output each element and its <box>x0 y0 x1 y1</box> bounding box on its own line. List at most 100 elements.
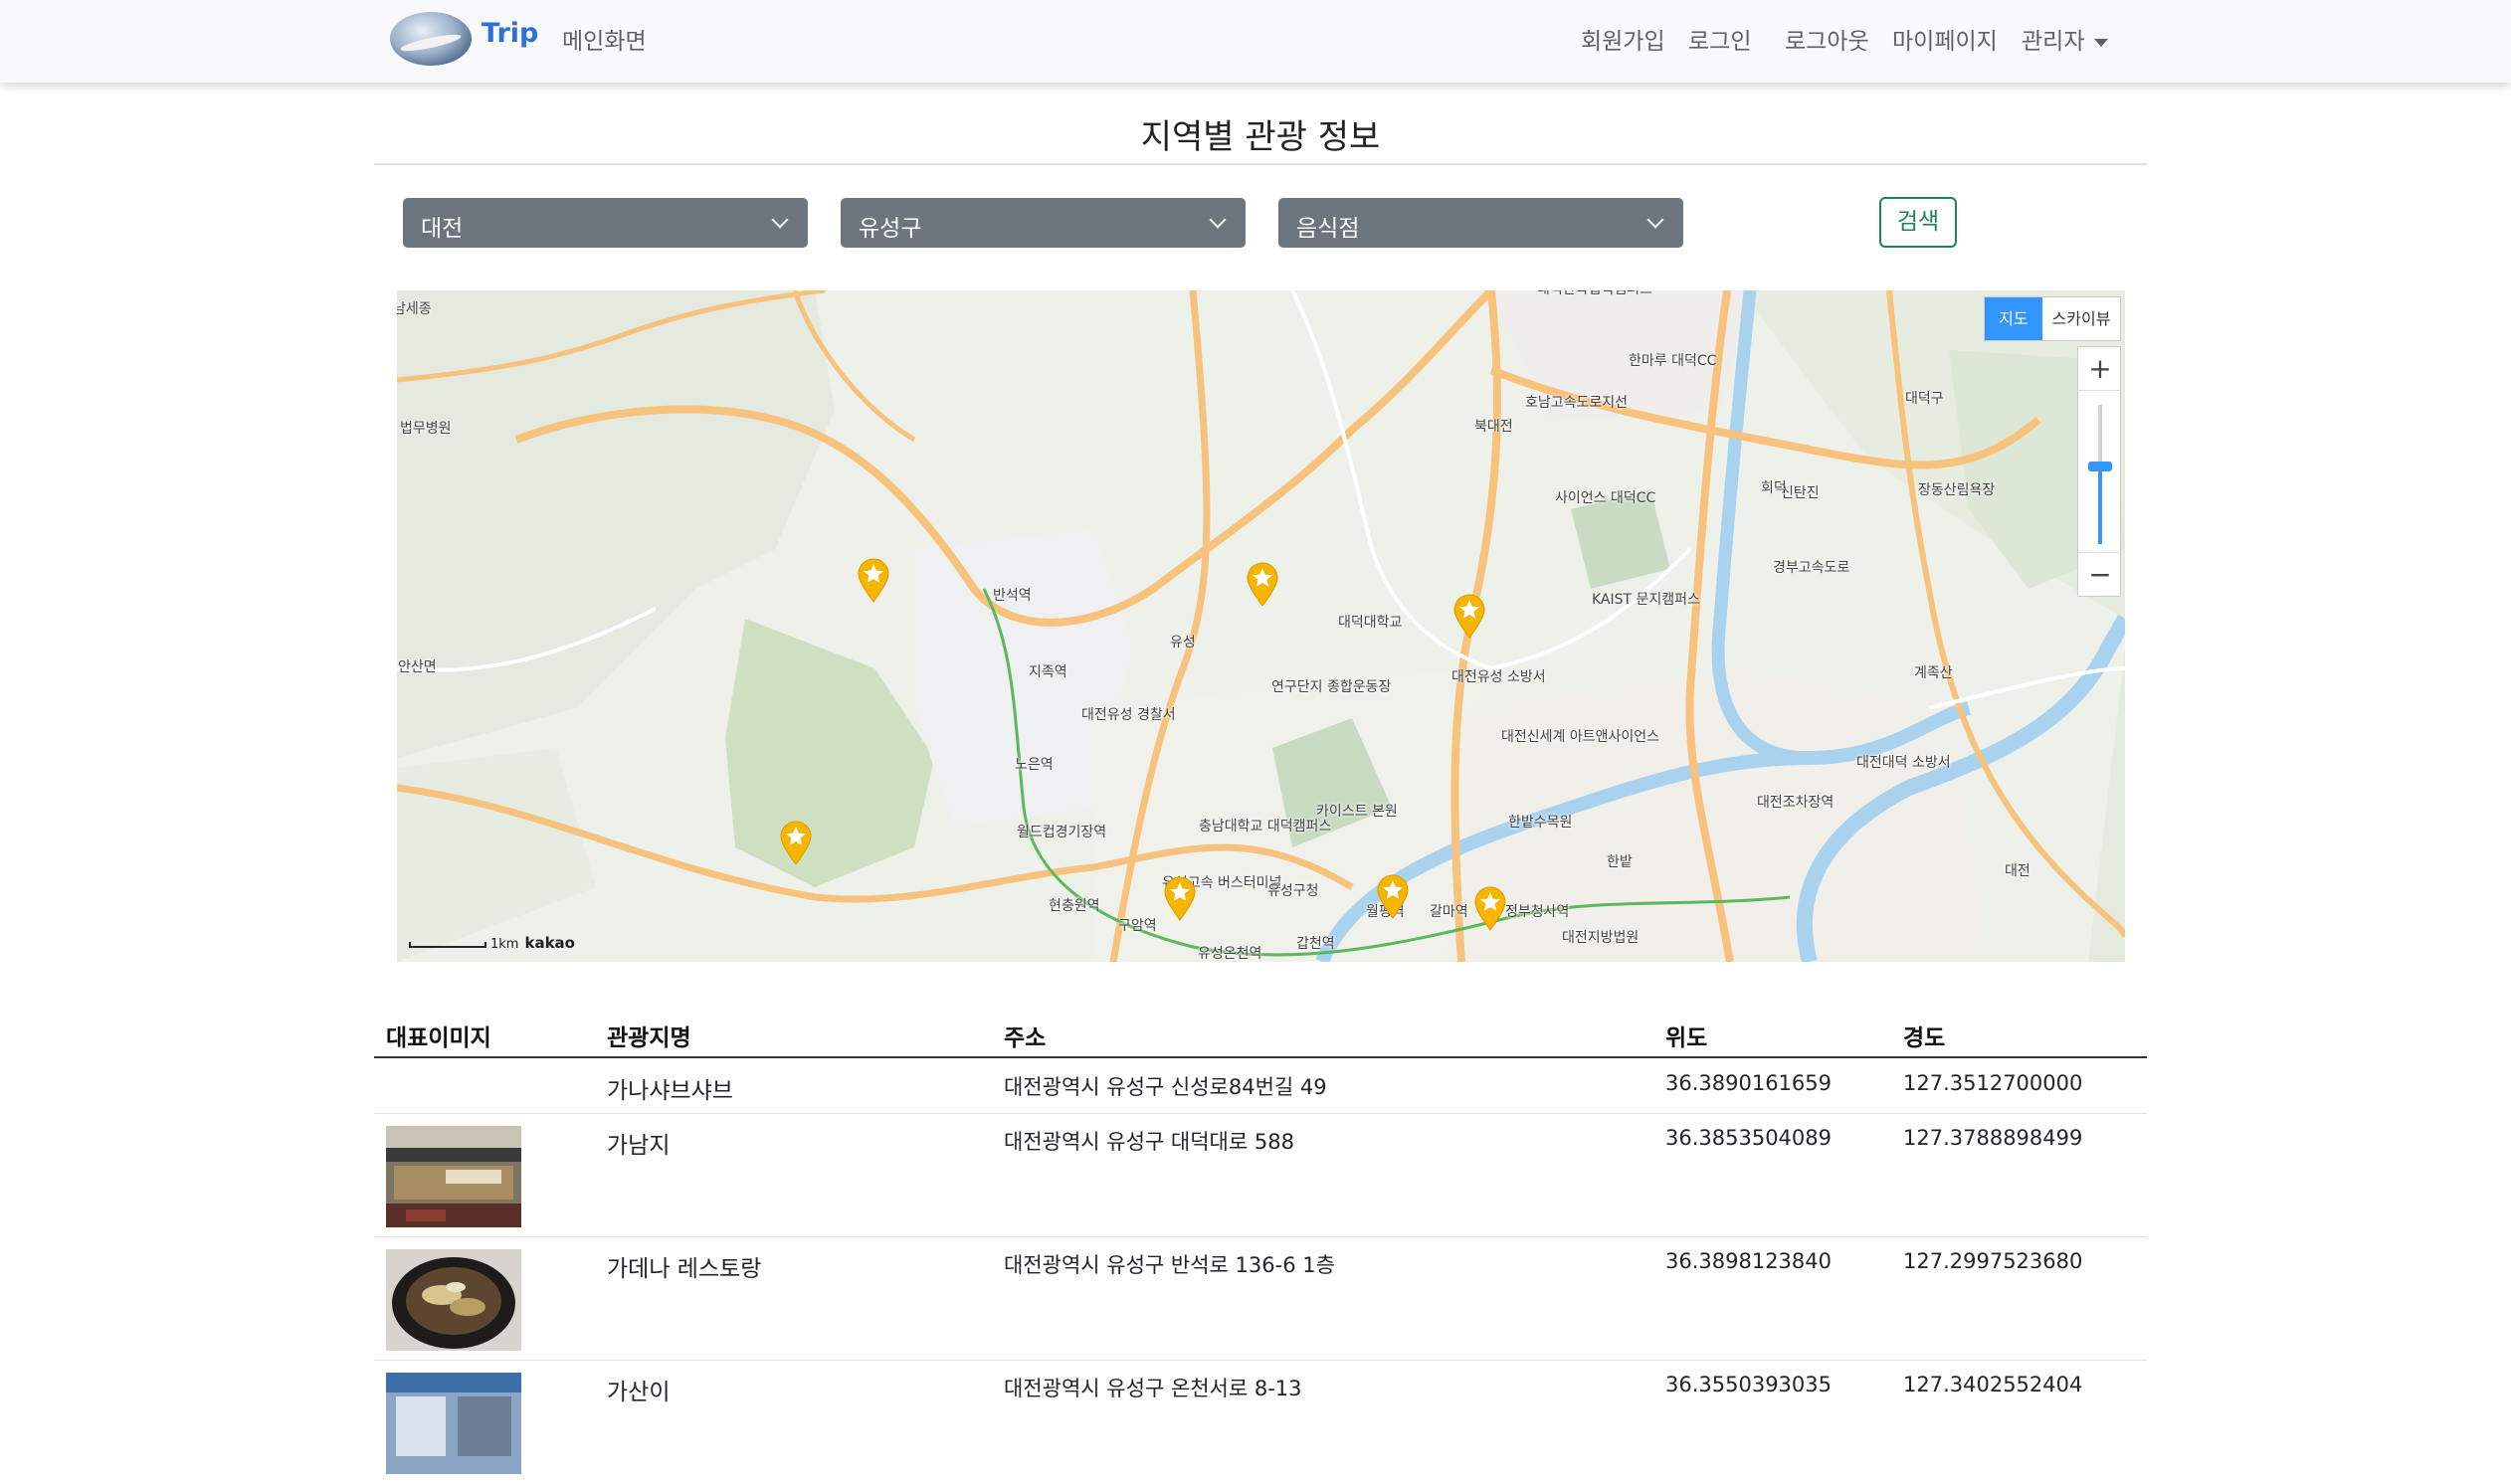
map-label: 안산면 <box>398 659 437 675</box>
map-label: 대덕산학협력캠퍼스 <box>1537 290 1652 298</box>
row-lat: 36.3890161659 <box>1665 1071 1833 1095</box>
th-lng: 경도 <box>1903 1025 1946 1051</box>
brand-logo-image[interactable] <box>390 12 472 66</box>
th-name: 관광지명 <box>607 1025 691 1051</box>
map-label: 갈마역 <box>1430 904 1468 920</box>
map-type-skyview-button[interactable]: 스카이뷰 <box>2042 297 2120 340</box>
th-address: 주소 <box>1004 1025 1047 1051</box>
district-select-value: 유성구 <box>859 216 922 242</box>
map-label: 회덕 <box>1761 480 1787 496</box>
kakao-map[interactable]: 남세종 법무병원 반석역 지족역 대전유성 경찰서 노은역 월드컵경기장역 현충원역 구암역 유성… <box>397 290 2125 962</box>
scale-label: 1km <box>490 937 519 952</box>
map-label: 유성온천역 <box>1198 946 1262 962</box>
region-select-value: 대전 <box>421 216 464 242</box>
map-scale-bar: 1km kakao <box>409 934 575 952</box>
map-label: 계족산 <box>1914 665 1953 681</box>
map-label: 대전조차장역 <box>1757 795 1835 811</box>
map-label: 대전유성 소방서 <box>1451 669 1546 685</box>
table-row[interactable]: 가남지 대전광역시 유성구 대덕대로 588 36.3853504089 127… <box>374 1114 2147 1237</box>
map-label: 월드컵경기장역 <box>1017 825 1107 840</box>
table-row[interactable]: 가데나 레스토랑 대전광역시 유성구 반석로 136-6 1층 36.38981… <box>374 1237 2147 1361</box>
category-select[interactable]: 음식점 <box>1278 198 1683 248</box>
row-address: 대전광역시 유성구 반석로 136-6 1층 <box>1004 1253 1335 1277</box>
nav-home-link[interactable]: 메인화면 <box>562 22 647 56</box>
map-label: 반석역 <box>993 588 1032 604</box>
row-lng: 127.2997523680 <box>1903 1249 2083 1273</box>
map-label: 대덕구 <box>1905 391 1944 407</box>
search-button[interactable]: 검색 <box>1879 197 1957 248</box>
map-label: 유성구청 <box>1267 883 1319 899</box>
map-label: 구암역 <box>1118 918 1157 934</box>
map-label: 한밭 <box>1607 854 1633 870</box>
map-marker-star-icon[interactable] <box>1452 593 1486 639</box>
map-label: 대전 <box>2005 863 2030 879</box>
table-row[interactable]: 가나샤브샤브 대전광역시 유성구 신성로84번길 49 36.389016165… <box>374 1059 2147 1114</box>
map-label: 갑천역 <box>1296 936 1335 952</box>
row-lng: 127.3512700000 <box>1903 1071 2083 1095</box>
top-navbar: Trip 메인화면 회원가입 로그인 로그아웃 마이페이지 관리자 <box>0 0 2511 83</box>
food-dish-thumbnail <box>386 1249 521 1351</box>
caret-down-icon <box>2094 38 2109 47</box>
storefront-thumbnail <box>386 1126 521 1227</box>
map-label: 대전유성 경찰서 <box>1081 707 1176 723</box>
region-select[interactable]: 대전 <box>403 198 808 248</box>
map-label: 대전지방법원 <box>1562 930 1640 946</box>
map-label: 남세종 <box>397 301 432 317</box>
row-lat: 36.3853504089 <box>1665 1126 1833 1150</box>
title-divider <box>374 163 2147 165</box>
map-label: 노은역 <box>1015 757 1054 773</box>
map-label: 경부고속도로 <box>1773 560 1850 576</box>
map-label: KAIST 문지캠퍼스 <box>1592 592 1700 608</box>
map-marker-star-icon[interactable] <box>857 557 890 603</box>
map-marker-star-icon[interactable] <box>1473 885 1507 931</box>
district-select[interactable]: 유성구 <box>841 198 1246 248</box>
zoom-out-button[interactable]: − <box>2078 552 2122 596</box>
nav-signup-link[interactable]: 회원가입 <box>1581 22 1665 56</box>
map-label: 북대전 <box>1474 419 1513 435</box>
nav-logout-link[interactable]: 로그아웃 <box>1785 22 1869 56</box>
map-marker-star-icon[interactable] <box>1163 875 1197 921</box>
map-label: 법무병원 <box>400 421 452 437</box>
zoom-slider-handle[interactable] <box>2088 462 2112 471</box>
chevron-down-icon <box>1646 211 1664 229</box>
map-label: 사이언스 대덕CC <box>1555 490 1656 506</box>
map-type-switch: 지도 스카이뷰 <box>1984 296 2121 341</box>
row-lat: 36.3898123840 <box>1665 1249 1833 1273</box>
th-lat: 위도 <box>1665 1025 1708 1051</box>
table-row[interactable]: 가산이 대전광역시 유성구 온천서로 8-13 36.3550393035 12… <box>374 1361 2147 1484</box>
row-name[interactable]: 가나샤브샤브 <box>607 1071 733 1105</box>
row-name[interactable]: 가남지 <box>607 1126 670 1160</box>
category-select-value: 음식점 <box>1296 216 1360 242</box>
row-name[interactable]: 가산이 <box>607 1373 670 1406</box>
map-marker-star-icon[interactable] <box>1376 873 1410 919</box>
nav-admin-label: 관리자 <box>2022 29 2085 55</box>
map-label: 대덕대학교 <box>1338 615 1403 631</box>
map-marker-star-icon[interactable] <box>779 820 813 865</box>
map-label: 지족역 <box>1029 664 1067 680</box>
chevron-down-icon <box>1209 211 1227 229</box>
map-type-map-button[interactable]: 지도 <box>1985 297 2042 340</box>
row-name[interactable]: 가데나 레스토랑 <box>607 1249 761 1283</box>
map-label: 충남대학교 대덕캠퍼스 <box>1199 819 1332 835</box>
nav-admin-dropdown[interactable]: 관리자 <box>2022 22 2109 56</box>
map-label: 정부청사역 <box>1505 904 1570 920</box>
map-label: 장동산림욕장 <box>1918 482 1996 498</box>
map-label: 한밭수목원 <box>1508 815 1573 831</box>
storefront-thumbnail <box>386 1373 521 1474</box>
zoom-in-button[interactable]: + <box>2078 347 2122 391</box>
th-image: 대표이미지 <box>386 1025 491 1051</box>
zoom-slider-fill <box>2098 469 2102 544</box>
row-lng: 127.3788898499 <box>1903 1126 2083 1150</box>
row-address: 대전광역시 유성구 대덕대로 588 <box>1004 1130 1294 1154</box>
map-label: 대전대덕 소방서 <box>1856 755 1951 771</box>
zoom-control: + − <box>2077 346 2122 597</box>
nav-mypage-link[interactable]: 마이페이지 <box>1892 22 1998 56</box>
map-marker-star-icon[interactable] <box>1246 561 1279 607</box>
row-lng: 127.3402552404 <box>1903 1373 2083 1396</box>
table-header-row: 대표이미지 관광지명 주소 위도 경도 <box>374 1011 2147 1058</box>
nav-login-link[interactable]: 로그인 <box>1688 22 1751 56</box>
chevron-down-icon <box>771 211 789 229</box>
map-label: 호남고속도로지선 <box>1525 395 1629 411</box>
brand-link[interactable]: Trip <box>482 18 538 49</box>
map-label: 유성 <box>1170 635 1196 650</box>
